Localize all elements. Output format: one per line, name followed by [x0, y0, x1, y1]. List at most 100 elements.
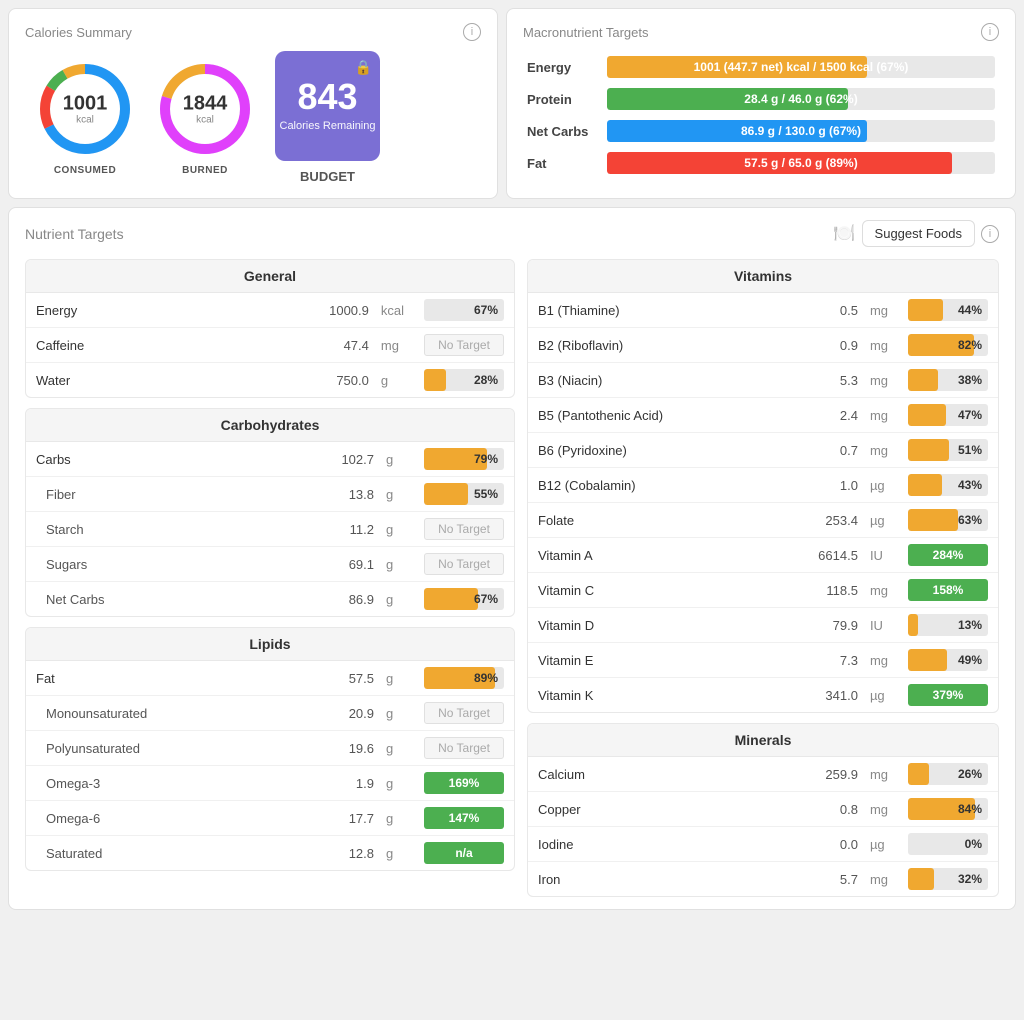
table-row: Vitamin D 79.9 IU 13%: [528, 608, 998, 643]
table-row: Omega-3 1.9 g 169%: [26, 766, 514, 801]
nutrient-bar-cell: 284%: [898, 538, 998, 573]
nutrient-value: 1.9: [292, 766, 384, 801]
nutrient-unit: kcal: [379, 293, 414, 328]
lipids-table: Fat 57.5 g 89% Monounsaturated 20.9 g No…: [26, 661, 514, 870]
nutrient-name: Vitamin C: [528, 573, 769, 608]
burned-donut: 1844 kcal: [155, 59, 255, 159]
suggest-icon: 🍽️: [833, 223, 855, 244]
macro-bar-text: 86.9 g / 130.0 g (67%): [741, 124, 861, 138]
nutrient-unit: mg: [868, 328, 898, 363]
nutrient-value: 17.7: [292, 801, 384, 836]
macro-name: Protein: [523, 83, 603, 115]
bar-text: 51%: [958, 443, 982, 457]
nutrient-value: 57.5: [292, 661, 384, 696]
carbs-table-wrapper: Carbohydrates Carbs 102.7 g 79% Fiber 13…: [25, 408, 515, 617]
pct-bar-container: 47%: [908, 404, 988, 426]
nutrient-unit: g: [384, 582, 414, 617]
nutrient-unit: IU: [868, 608, 898, 643]
bar-text: 38%: [958, 373, 982, 387]
pct-bar-container: 44%: [908, 299, 988, 321]
general-title: General: [26, 260, 514, 293]
pct-bar-container: 51%: [908, 439, 988, 461]
calories-info-icon[interactable]: i: [463, 23, 481, 41]
nutrient-unit: g: [384, 512, 414, 547]
pct-bar-container: 89%: [424, 667, 504, 689]
suggest-foods-button[interactable]: Suggest Foods: [862, 220, 975, 247]
bar-fill: [908, 299, 943, 321]
nutrient-unit: mg: [868, 398, 898, 433]
nutrient-bar-cell: 84%: [898, 792, 998, 827]
table-row: B3 (Niacin) 5.3 mg 38%: [528, 363, 998, 398]
pct-bar-container: 43%: [908, 474, 988, 496]
vitamins-table-wrapper: Vitamins B1 (Thiamine) 0.5 mg 44% B2 (Ri…: [527, 259, 999, 713]
nutrient-bar-cell: 38%: [898, 363, 998, 398]
bar-text: 79%: [474, 452, 498, 466]
pct-bar: 379%: [908, 684, 988, 706]
nutrient-name: Fat: [26, 661, 292, 696]
bar-text: 43%: [958, 478, 982, 492]
nutrient-header: Nutrient Targets 🍽️ Suggest Foods i: [25, 220, 999, 247]
nutrient-bar-cell: 82%: [898, 328, 998, 363]
nutrient-name: Calcium: [528, 757, 718, 792]
calories-title-text: Calories Summary: [25, 25, 132, 40]
nutrient-title: Nutrient Targets: [25, 226, 124, 242]
bar-text: 67%: [474, 592, 498, 606]
nutrient-value: 11.2: [251, 512, 384, 547]
nutrient-bar-cell: 158%: [898, 573, 998, 608]
nutrient-unit: g: [384, 801, 414, 836]
bar-text: 32%: [958, 872, 982, 886]
table-row: Energy 1000.9 kcal 67%: [26, 293, 514, 328]
nutrient-bar-cell: 379%: [898, 678, 998, 713]
bar-text: 55%: [474, 487, 498, 501]
bar-text: 67%: [474, 303, 498, 317]
nutrient-unit: g: [384, 731, 414, 766]
macro-info-icon[interactable]: i: [981, 23, 999, 41]
nutrient-value: 5.7: [718, 862, 867, 897]
pct-bar-container: 63%: [908, 509, 988, 531]
bar-text: 13%: [958, 618, 982, 632]
macro-bar-cell: 57.5 g / 65.0 g (89%): [603, 147, 999, 179]
burned-unit: kcal: [183, 115, 228, 126]
table-row: B12 (Cobalamin) 1.0 µg 43%: [528, 468, 998, 503]
nutrient-info-icon[interactable]: i: [981, 225, 999, 243]
nutrient-bar-cell: n/a: [414, 836, 514, 871]
macro-name: Fat: [523, 147, 603, 179]
nutrient-value: 86.9: [251, 582, 384, 617]
nutrient-name: Vitamin K: [528, 678, 769, 713]
nutrient-bar-cell: 32%: [898, 862, 998, 897]
nutrient-unit: mg: [868, 573, 898, 608]
nutrient-unit: g: [384, 836, 414, 871]
table-row: Omega-6 17.7 g 147%: [26, 801, 514, 836]
pct-bar-container: 67%: [424, 588, 504, 610]
nutrient-name: Carbs: [26, 442, 251, 477]
macro-bar-cell: 86.9 g / 130.0 g (67%): [603, 115, 999, 147]
bar-fill: [908, 474, 942, 496]
nutrient-bar-cell: 51%: [898, 433, 998, 468]
budget-desc: Calories Remaining: [280, 119, 376, 133]
consumed-value: 1001: [63, 93, 108, 115]
nutrient-value: 0.7: [769, 433, 868, 468]
lipids-table-wrapper: Lipids Fat 57.5 g 89% Monounsaturated 20…: [25, 627, 515, 871]
table-row: B5 (Pantothenic Acid) 2.4 mg 47%: [528, 398, 998, 433]
pct-bar-container: 26%: [908, 763, 988, 785]
pct-bar-container: 49%: [908, 649, 988, 671]
pct-bar-container: 28%: [424, 369, 504, 391]
pct-bar: No Target: [424, 334, 504, 356]
nutrient-value: 47.4: [214, 328, 379, 363]
budget-icon: 🔒: [355, 59, 372, 76]
nutrient-name: Saturated: [26, 836, 292, 871]
table-row: Carbs 102.7 g 79%: [26, 442, 514, 477]
minerals-table: Calcium 259.9 mg 26% Copper 0.8 mg 84% I…: [528, 757, 998, 896]
nutrient-name: B6 (Pyridoxine): [528, 433, 769, 468]
nutrient-name: Copper: [528, 792, 718, 827]
nutrient-name: Starch: [26, 512, 251, 547]
nutrient-unit: g: [384, 547, 414, 582]
budget-value: 843: [297, 79, 357, 115]
nutrient-unit: g: [384, 661, 414, 696]
table-row: Polyunsaturated 19.6 g No Target: [26, 731, 514, 766]
bar-text: 28%: [474, 373, 498, 387]
bar-fill: [908, 614, 918, 636]
minerals-title: Minerals: [528, 724, 998, 757]
pct-bar: 169%: [424, 772, 504, 794]
table-row: Vitamin C 118.5 mg 158%: [528, 573, 998, 608]
